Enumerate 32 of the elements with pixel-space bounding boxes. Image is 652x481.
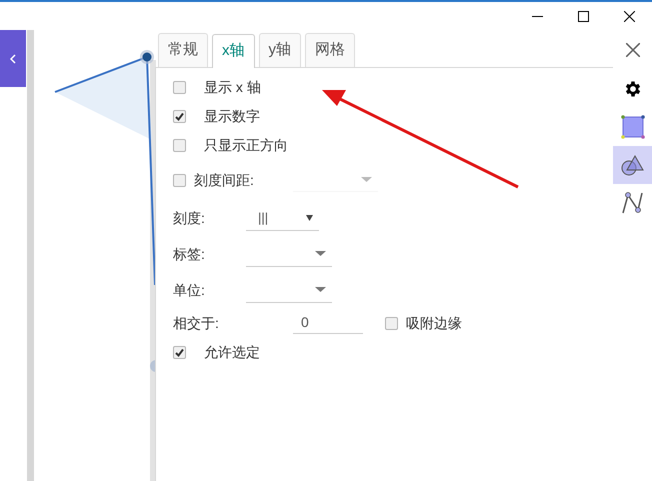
- option-label: 显示数字: [204, 107, 260, 126]
- curve-icon: [622, 191, 644, 215]
- tab[interactable]: 网格: [305, 33, 355, 67]
- checkbox[interactable]: [173, 346, 186, 359]
- option-label: 相交于:: [173, 314, 220, 332]
- triangle-circle-icon: [620, 154, 644, 176]
- option-label: 标签:: [173, 244, 206, 264]
- close-icon: [626, 43, 640, 57]
- caret-icon: [315, 287, 326, 292]
- input-field[interactable]: 0: [293, 312, 363, 334]
- caret-icon: [306, 214, 313, 220]
- caret-icon: [361, 177, 372, 182]
- option-label: 只显示正方向: [204, 136, 288, 155]
- option-label: 单位:: [173, 280, 206, 300]
- checkbox[interactable]: [173, 139, 186, 152]
- chevron-left-icon: [10, 54, 16, 64]
- tab[interactable]: y轴: [258, 33, 301, 67]
- option-label: 刻度:: [173, 208, 206, 228]
- tab[interactable]: x轴: [212, 34, 254, 68]
- checkbox[interactable]: [173, 110, 186, 123]
- option-label: 吸附边缘: [406, 314, 462, 332]
- option-label: 允许选定: [204, 343, 260, 362]
- option-label: 显示 x 轴: [204, 78, 261, 97]
- maximize-icon: [578, 10, 588, 22]
- option-label: 刻度间距:: [194, 170, 255, 190]
- close-icon: [624, 10, 634, 22]
- dropdown[interactable]: |||: [246, 205, 319, 231]
- polygon-icon: [620, 115, 644, 139]
- caret-icon: [315, 251, 326, 256]
- checkbox[interactable]: [385, 316, 398, 330]
- checkbox[interactable]: [173, 81, 186, 94]
- tab[interactable]: 常规: [158, 33, 208, 67]
